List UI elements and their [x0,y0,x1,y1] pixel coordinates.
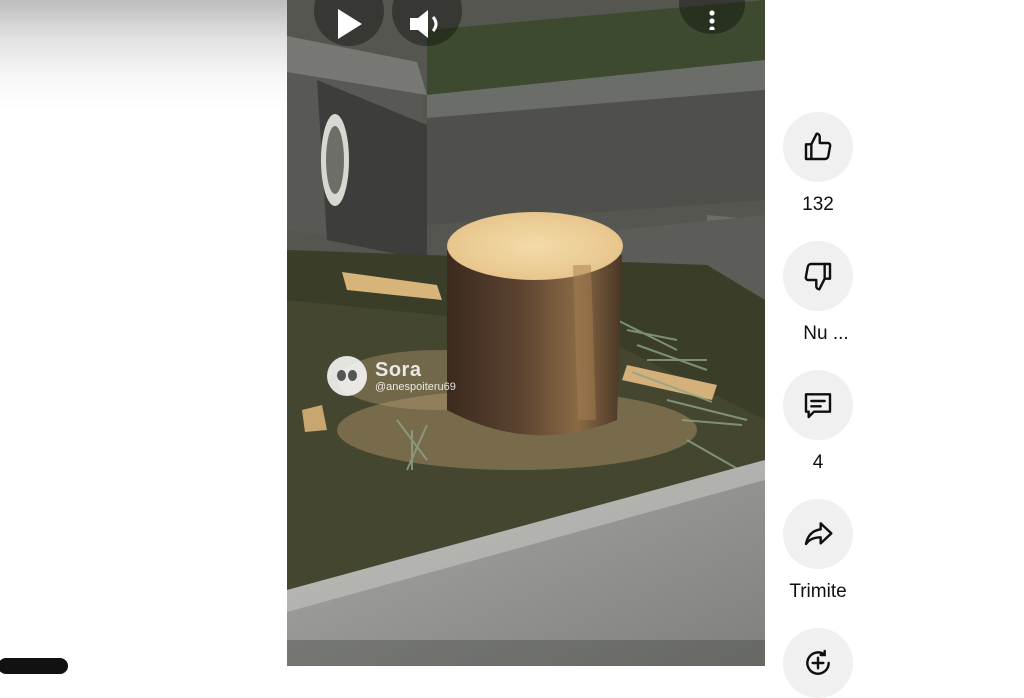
dislike-label: Nu ... [803,323,849,344]
thumbs-down-icon [804,262,832,291]
share-label: Trimite [789,581,847,602]
comment-icon [804,393,832,419]
video-frame [287,0,765,666]
volume-icon [410,10,438,38]
video-player[interactable]: Sora @anespoiteru69 [287,0,765,666]
page-top-shadow [0,0,287,110]
thumbs-up-icon [804,132,832,161]
remix-icon [806,649,830,675]
sora-watermark: Sora @anespoiteru69 [327,356,456,396]
watermark-handle: @anespoiteru69 [375,380,456,393]
share-action: Trimite [782,499,854,603]
comments-action: 4 [782,370,854,474]
like-count: 132 [802,194,834,215]
bottom-sheet-handle[interactable] [0,658,68,674]
more-vertical-icon [709,10,715,30]
share-icon [804,522,833,546]
dislike-action: Nu ... [782,241,854,345]
comment-count: 4 [812,452,824,473]
watermark-brand: Sora [375,358,422,381]
sora-logo-icon [327,356,367,396]
comments-button[interactable] [783,370,853,440]
remix-action [782,628,854,698]
like-button[interactable] [783,112,853,182]
share-button[interactable] [783,499,853,569]
dislike-button[interactable] [783,241,853,311]
play-icon [338,9,362,39]
remix-button[interactable] [783,628,853,698]
like-action: 132 [782,112,854,216]
